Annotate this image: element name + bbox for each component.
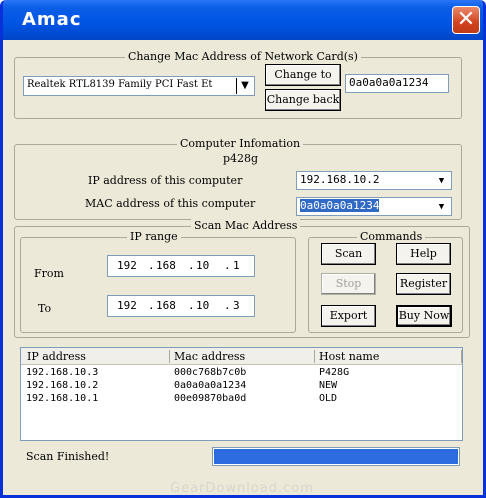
watermark-text: GearDownload.com (170, 481, 314, 496)
computer-info-group-label: Computer Infomation (177, 137, 304, 150)
to-ip-octet-1[interactable]: 192 (117, 299, 137, 312)
title-bar[interactable]: Amac ✕ (3, 0, 483, 40)
ip-dot: . (188, 299, 195, 312)
progress-fill (214, 449, 458, 464)
cell-ip: 192.168.10.3 (26, 367, 99, 378)
from-ip-octet-2[interactable]: 168 (156, 259, 176, 272)
results-table[interactable]: IP address Mac address Host name 192.168… (20, 347, 463, 441)
chevron-down-icon[interactable]: ▼ (236, 78, 253, 94)
cell-ip: 192.168.10.2 (26, 380, 99, 391)
window-title: Amac (22, 9, 82, 30)
chevron-down-icon[interactable]: ▼ (433, 199, 450, 214)
cell-mac: 000c768b7c0b (174, 367, 247, 378)
ip-dot: . (148, 299, 155, 312)
mac-address-input[interactable]: 0a0a0a0a1234 (345, 74, 449, 93)
mac-address-select[interactable]: 0a0a0a0a1234 ▼ (296, 197, 452, 216)
ip-address-label: IP address of this computer (88, 174, 243, 187)
register-button[interactable]: Register (396, 273, 451, 295)
cell-host: OLD (319, 393, 338, 404)
change-back-button[interactable]: Change back (265, 89, 341, 111)
table-header: IP address Mac address Host name (21, 348, 462, 365)
to-ip-octet-2[interactable]: 168 (156, 299, 176, 312)
commands-group-label: Commands (357, 230, 426, 243)
cell-host: NEW (319, 380, 338, 391)
ip-dot: . (224, 259, 231, 272)
mac-address-label: MAC address of this computer (85, 197, 256, 210)
adapter-select[interactable]: Realtek RTL8139 Family PCI Fast Et ▼ (23, 76, 255, 96)
to-label: To (38, 302, 52, 315)
change-to-button[interactable]: Change to (265, 64, 341, 86)
column-header-ip[interactable]: IP address (27, 350, 86, 363)
from-label: From (34, 267, 64, 280)
table-row[interactable]: 192.168.10.3 000c768b7c0b P428G (21, 367, 462, 380)
ip-range-group-label: IP range (127, 230, 181, 243)
status-text: Scan Finished! (26, 450, 110, 463)
cell-host: P428G (319, 367, 350, 378)
column-header-mac[interactable]: Mac address (174, 350, 245, 363)
cell-mac: 0a0a0a0a1234 (174, 380, 247, 391)
stop-button[interactable]: Stop (321, 273, 376, 295)
ip-range-group: IP range (20, 230, 296, 333)
buy-now-button[interactable]: Buy Now (396, 305, 452, 327)
to-ip-octet-3[interactable]: 10 (196, 299, 209, 312)
scan-group-label: Scan Mac Address (191, 219, 301, 232)
mac-address-value: 0a0a0a0a1234 (300, 199, 380, 212)
table-row[interactable]: 192.168.10.2 0a0a0a0a1234 NEW (21, 380, 462, 393)
cell-ip: 192.168.10.1 (26, 393, 99, 404)
table-row[interactable]: 192.168.10.1 00e09870ba0d OLD (21, 393, 462, 406)
cell-mac: 00e09870ba0d (174, 393, 247, 404)
close-icon[interactable]: ✕ (452, 6, 480, 34)
ip-address-value: 192.168.10.2 (300, 173, 380, 186)
to-ip-input[interactable]: 192 . 168 . 10 . 3 (107, 295, 255, 317)
column-header-host[interactable]: Host name (319, 350, 379, 363)
ip-dot: . (188, 259, 195, 272)
scan-progress-bar (212, 447, 460, 466)
hostname-label: p428g (223, 152, 259, 165)
ip-dot: . (148, 259, 155, 272)
change-mac-group-label: Change Mac Address of Network Card(s) (125, 50, 361, 63)
from-ip-octet-4[interactable]: 1 (233, 259, 240, 272)
ip-dot: . (224, 299, 231, 312)
export-button[interactable]: Export (321, 305, 376, 327)
help-button[interactable]: Help (396, 243, 451, 265)
from-ip-octet-3[interactable]: 10 (196, 259, 209, 272)
from-ip-input[interactable]: 192 . 168 . 10 . 1 (107, 255, 255, 277)
to-ip-octet-4[interactable]: 3 (233, 299, 240, 312)
ip-address-select[interactable]: 192.168.10.2 ▼ (296, 171, 452, 190)
scan-button[interactable]: Scan (321, 243, 376, 265)
from-ip-octet-1[interactable]: 192 (117, 259, 137, 272)
adapter-select-value: Realtek RTL8139 Family PCI Fast Et (27, 79, 213, 90)
chevron-down-icon[interactable]: ▼ (433, 173, 450, 188)
